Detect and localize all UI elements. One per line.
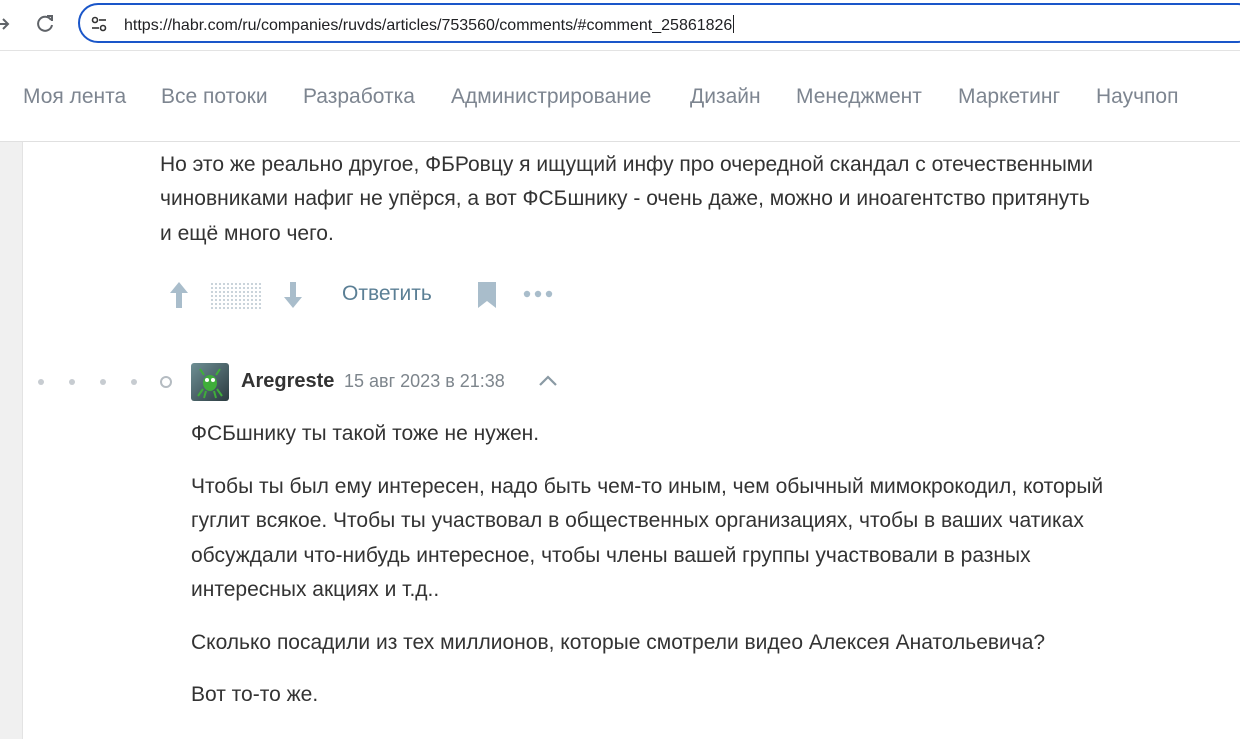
comment-text-line: Но это же реально другое, ФБРовцу я ищущ… (160, 153, 1093, 176)
vote-up-icon[interactable] (168, 280, 190, 310)
chevron-up-icon[interactable] (538, 373, 558, 387)
vote-down-icon[interactable] (282, 280, 304, 310)
comment-text-line: интересных акциях и т.д.. (191, 578, 440, 601)
bookmark-icon[interactable] (476, 281, 498, 309)
reply-button[interactable]: Ответить (342, 282, 432, 306)
flows-navigation: Моя лента Все потоки Разработка Админист… (0, 51, 1240, 142)
avatar-image (191, 363, 229, 401)
nav-item-all-flows[interactable]: Все потоки (161, 85, 268, 109)
comment-text-line: обсуждали что-нибудь интересное, чтобы ч… (191, 544, 1031, 567)
thread-current-marker (160, 376, 172, 388)
left-gutter (0, 142, 23, 739)
nav-item-management[interactable]: Менеджмент (796, 85, 922, 109)
comment-actions: Ответить (160, 276, 580, 314)
reload-icon[interactable] (34, 13, 56, 35)
nav-item-development[interactable]: Разработка (303, 85, 415, 109)
address-bar[interactable]: https://habr.com/ru/companies/ruvds/arti… (78, 3, 1240, 43)
nav-item-marketing[interactable]: Маркетинг (958, 85, 1060, 109)
site-settings-icon[interactable] (90, 15, 108, 33)
nav-item-popsci[interactable]: Научпоп (1096, 85, 1178, 109)
comment-text-line: Чтобы ты был ему интересен, надо быть че… (191, 475, 1104, 498)
comment-text-line: чиновниками нафиг не упёрся, а вот ФСБшн… (160, 187, 1090, 210)
comment-date[interactable]: 15 авг 2023 в 21:38 (344, 371, 505, 392)
comment-author[interactable]: Aregreste (241, 370, 334, 393)
thread-dot (100, 379, 106, 385)
thread-dot (131, 379, 137, 385)
thread-dot (69, 379, 75, 385)
nav-item-design[interactable]: Дизайн (690, 85, 761, 109)
comment-text-line: Вот то-то же. (191, 683, 319, 706)
comment-text-line: гуглит всякое. Чтобы ты участвовал в общ… (191, 509, 1084, 532)
browser-toolbar: https://habr.com/ru/companies/ruvds/arti… (0, 0, 1240, 51)
comment-text-line: и ещё много чего. (160, 222, 334, 245)
avatar[interactable] (191, 363, 229, 401)
comment-text-line: Сколько посадили из тех миллионов, котор… (191, 631, 1046, 654)
comment-text-line: ФСБшнику ты такой тоже не нужен. (191, 422, 540, 445)
rating-hidden-icon (210, 282, 262, 310)
nav-item-my-feed[interactable]: Моя лента (23, 85, 126, 109)
more-options-icon[interactable] (522, 288, 554, 300)
forward-arrow-icon[interactable] (0, 14, 12, 34)
nav-item-administration[interactable]: Администрирование (451, 85, 651, 109)
thread-dot (38, 379, 44, 385)
url-text[interactable]: https://habr.com/ru/companies/ruvds/arti… (124, 15, 734, 35)
